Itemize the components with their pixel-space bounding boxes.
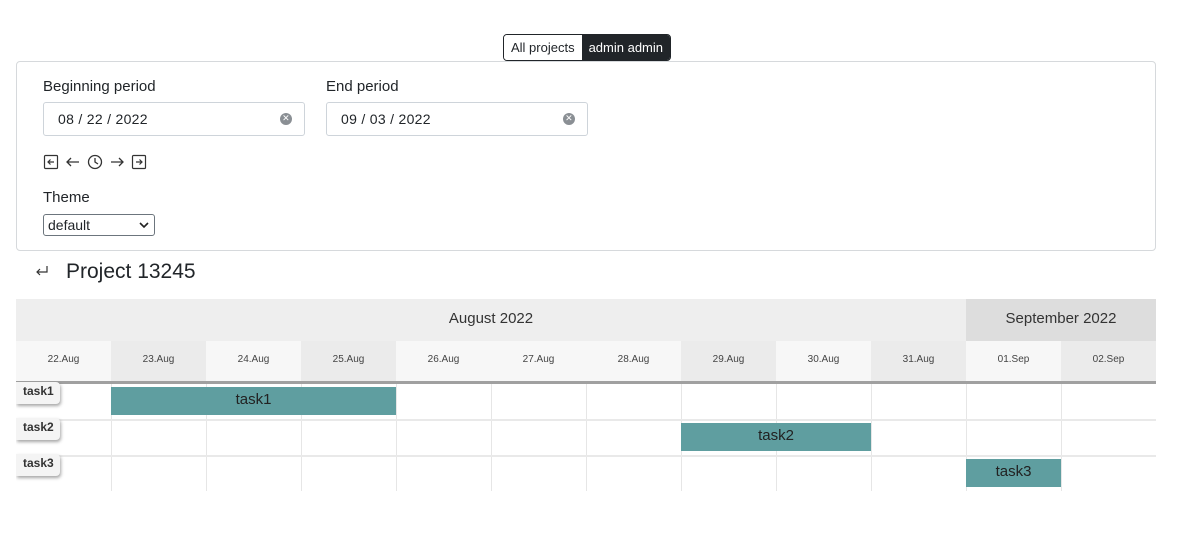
period-navigation [43, 154, 147, 170]
return-arrow-icon[interactable] [34, 264, 50, 282]
task-row-label[interactable]: task2 [16, 418, 60, 440]
grid-column-line [491, 384, 492, 491]
theme-selected-value: default [48, 217, 91, 233]
theme-select[interactable]: default [43, 214, 155, 236]
day-header: 29.Aug [681, 341, 776, 381]
previous-period-icon[interactable] [65, 154, 81, 170]
month-header: September 2022 [966, 299, 1156, 341]
month-header: August 2022 [16, 299, 966, 341]
beginning-period-input[interactable]: 08 / 22 / 2022 ✕ [43, 102, 305, 136]
chevron-down-icon [139, 218, 149, 238]
day-header: 31.Aug [871, 341, 966, 381]
end-period-value: 09 / 03 / 2022 [341, 111, 431, 127]
day-header: 22.Aug [16, 341, 111, 381]
user-projects-button[interactable]: admin admin [581, 35, 671, 60]
today-clock-icon[interactable] [87, 154, 103, 170]
theme-label: Theme [43, 189, 90, 206]
grid-column-line [1061, 384, 1062, 491]
day-header: 23.Aug [111, 341, 206, 381]
day-header: 01.Sep [966, 341, 1061, 381]
day-header: 26.Aug [396, 341, 491, 381]
grid-column-line [871, 384, 872, 491]
clear-icon[interactable]: ✕ [280, 113, 292, 125]
end-period-label: End period [326, 78, 399, 95]
last-period-icon[interactable] [131, 154, 147, 170]
beginning-period-value: 08 / 22 / 2022 [58, 111, 148, 127]
all-projects-button[interactable]: All projects [504, 35, 582, 60]
day-header: 24.Aug [206, 341, 301, 381]
day-header: 28.Aug [586, 341, 681, 381]
task-bar[interactable]: task3 [966, 459, 1061, 487]
beginning-period-label: Beginning period [43, 78, 156, 95]
task-row-label[interactable]: task1 [16, 382, 60, 404]
grid-column-line [396, 384, 397, 491]
first-period-icon[interactable] [43, 154, 59, 170]
grid-column-line [586, 384, 587, 491]
filter-panel: Beginning period 08 / 22 / 2022 ✕ End pe… [16, 61, 1156, 251]
day-header: 25.Aug [301, 341, 396, 381]
day-header: 30.Aug [776, 341, 871, 381]
end-period-input[interactable]: 09 / 03 / 2022 ✕ [326, 102, 588, 136]
next-period-icon[interactable] [109, 154, 125, 170]
gantt-chart: August 2022 September 2022 22.Aug 23.Aug 24.… [16, 299, 1156, 491]
project-scope-toggle: All projects admin admin [503, 34, 672, 61]
task-row-label[interactable]: task3 [16, 454, 60, 476]
project-title: Project 13245 [66, 260, 196, 283]
task-bar[interactable]: task1 [111, 387, 396, 415]
day-header: 02.Sep [1061, 341, 1156, 381]
task-bar[interactable]: task2 [681, 423, 871, 451]
clear-icon[interactable]: ✕ [563, 113, 575, 125]
grid-row-line [16, 455, 1156, 457]
grid-row-line [16, 419, 1156, 421]
day-header: 27.Aug [491, 341, 586, 381]
